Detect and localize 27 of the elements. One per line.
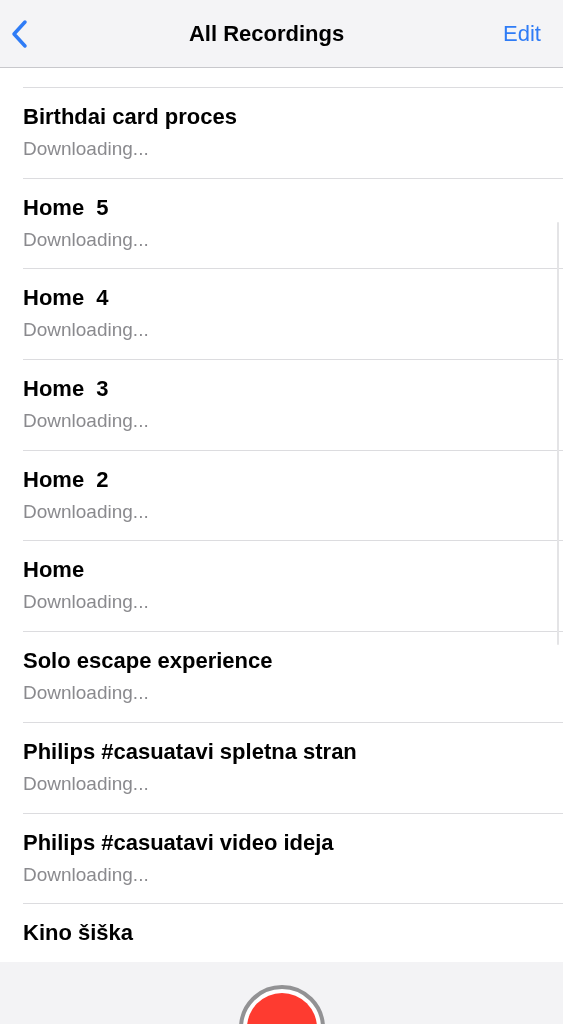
recording-title: Home 5 — [23, 194, 109, 221]
recording-row[interactable]: Birthdai card proces Downloading... — [23, 87, 563, 178]
recording-title: Philips #casuatavi video ideja — [23, 829, 334, 856]
recording-status: Downloading... — [23, 682, 149, 705]
recording-row[interactable]: Philips #casuatavi video ideja Downloading... — [23, 812, 563, 904]
recording-status: Downloading... — [23, 410, 149, 433]
recording-status: Downloading... — [23, 591, 149, 614]
recording-title: Home — [23, 557, 85, 584]
back-chevron-icon — [10, 18, 30, 49]
recording-title: Kino šiška — [23, 920, 134, 947]
recording-title: Philips #casuatavi spletna stran — [23, 738, 357, 765]
recording-title: Home 4 — [23, 285, 109, 312]
recording-status: Downloading... — [23, 772, 149, 795]
back-button[interactable] — [10, 18, 30, 49]
recording-title: Birthdai card proces — [23, 104, 237, 130]
recording-title: Solo escape experience — [23, 648, 273, 675]
recording-title: Home 3 — [23, 376, 109, 403]
recording-status: Downloading... — [23, 138, 149, 160]
recording-status: Downloading... — [23, 863, 149, 886]
screen-title: All Recordings — [188, 20, 345, 47]
edit-button[interactable]: Edit — [503, 20, 541, 47]
recording-status: Downloading... — [23, 500, 149, 523]
recording-row[interactable]: Solo escape experience Downloading... — [23, 631, 563, 722]
recording-row[interactable]: Philips #casuatavi spletna stran Downloading... — [23, 721, 563, 813]
recording-status: Downloading... — [23, 228, 149, 251]
recording-title: Home 2 — [23, 466, 109, 493]
recording-status: Downloading... — [23, 319, 149, 342]
